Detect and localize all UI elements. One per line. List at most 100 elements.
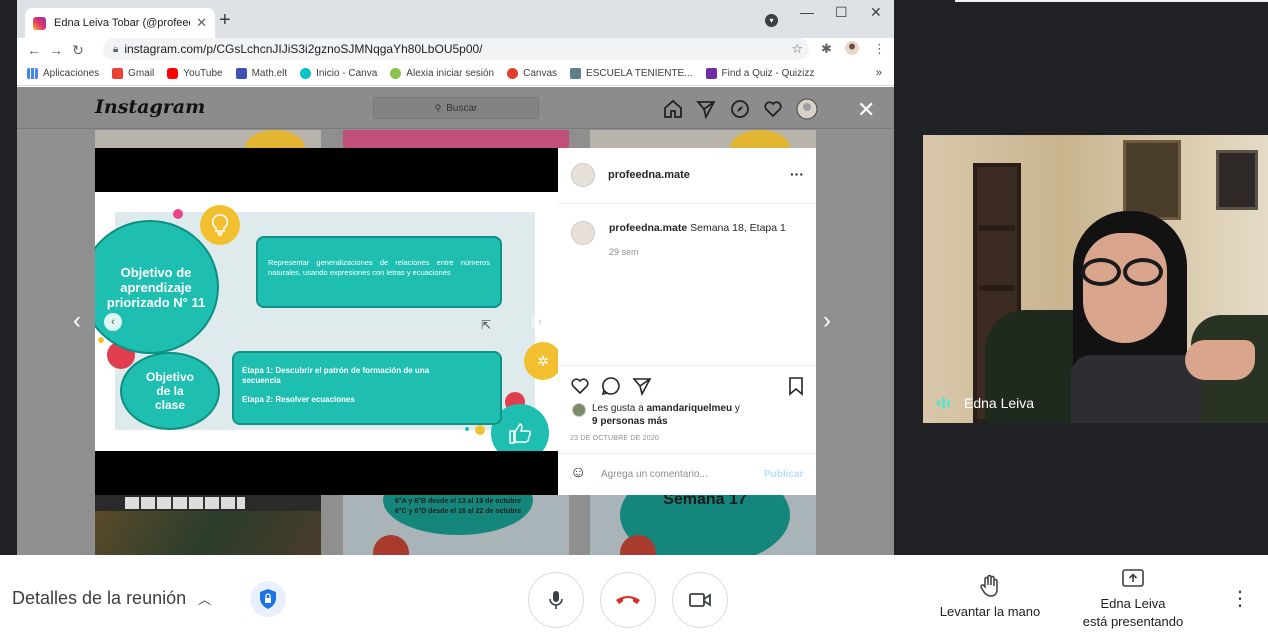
leave-call-button[interactable]: [600, 572, 656, 628]
thumbnail-week-text: Semana 17: [663, 495, 747, 508]
participant-name: Edna Leiva: [964, 395, 1035, 411]
camera-button[interactable]: [672, 572, 728, 628]
search-input[interactable]: ⚲ Buscar: [373, 97, 539, 119]
grid-thumbnail[interactable]: Semana 17: [590, 495, 816, 555]
host-controls-shield-icon[interactable]: [250, 581, 286, 617]
activity-heart-icon[interactable]: [762, 98, 784, 120]
reload-icon[interactable]: ↻: [67, 42, 89, 59]
profile-avatar-icon[interactable]: [796, 98, 818, 120]
browser-toolbar: ← → ↻ 🔒︎ instagram.com/p/CGsLchcnJIJiS3i…: [17, 38, 894, 62]
caption-username[interactable]: profeedna.mate: [609, 222, 687, 234]
maximize-icon[interactable]: ☐: [835, 4, 848, 21]
slide-previous-icon[interactable]: ‹: [104, 313, 122, 331]
caption-avatar[interactable]: [571, 221, 595, 245]
canvas-icon: [507, 68, 519, 79]
emoji-icon[interactable]: ☺: [570, 464, 586, 482]
bookmark-gmail[interactable]: Gmail: [112, 68, 154, 79]
new-tab-icon[interactable]: +: [219, 10, 231, 30]
close-tab-icon[interactable]: ✕: [196, 15, 207, 31]
previous-post-arrow-icon[interactable]: ‹: [73, 309, 81, 333]
direct-message-icon[interactable]: [695, 98, 717, 120]
meeting-details-label: Detalles de la reunión: [12, 588, 187, 608]
slide-next-icon[interactable]: ›: [531, 313, 549, 331]
grid-thumbnail[interactable]: 6°A y 6°B desde el 13 al 19 de octubre 6…: [343, 495, 569, 555]
post-media: ✲ Objetivo de aprendizaje priorizado N° …: [95, 148, 558, 495]
bookmark-mathelt[interactable]: Math.elt: [235, 68, 287, 79]
minimize-icon[interactable]: —: [800, 4, 814, 20]
bookmark-quizizz[interactable]: Find a Quiz - Quizizz: [705, 68, 814, 79]
objective-circle-text: Objetivo de aprendizaje priorizado N° 11: [106, 264, 206, 310]
instagram-header: Instagram ⚲ Buscar ✕: [17, 87, 894, 129]
publish-button[interactable]: Publicar: [764, 469, 803, 480]
shared-browser-window: Edna Leiva Tobar (@profeedna.m ✕ + ▾ — ☐…: [17, 0, 894, 555]
likes-connector: y: [734, 403, 740, 414]
canva-icon: [300, 68, 312, 79]
explore-icon[interactable]: [729, 98, 751, 120]
post-age[interactable]: 29 sem: [609, 247, 639, 257]
present-screen-icon[interactable]: [1122, 569, 1144, 587]
author-avatar[interactable]: [571, 163, 595, 187]
instagram-favicon-icon: [33, 16, 46, 30]
camera-icon: [689, 593, 711, 607]
address-bar[interactable]: 🔒︎ instagram.com/p/CGsLchcnJIJiS3i2gznoS…: [103, 38, 809, 60]
meeting-details-button[interactable]: Detalles de la reunión ︿: [12, 588, 211, 609]
quizizz-icon: [705, 68, 717, 79]
comment-icon[interactable]: [601, 376, 621, 396]
instagram-logo[interactable]: Instagram: [95, 96, 205, 118]
close-window-icon[interactable]: ✕: [870, 4, 882, 21]
grid-thumbnail[interactable]: [590, 130, 816, 148]
more-options-vertical-icon[interactable]: ⋮: [1230, 589, 1250, 609]
bookmark-label: Aplicaciones: [43, 68, 100, 79]
profile-avatar-icon[interactable]: [845, 41, 859, 58]
lightbulb-icon: [200, 205, 240, 245]
objective-box-text: Representar generalizaciones de relacion…: [268, 258, 490, 277]
caption-text: Semana 18, Etapa 1: [690, 222, 786, 234]
search-placeholder: Buscar: [446, 102, 478, 114]
microphone-icon: [549, 591, 563, 609]
bookmark-star-icon[interactable]: ☆: [791, 41, 803, 57]
raise-hand-label[interactable]: Levantar la mano: [926, 604, 1054, 619]
back-icon[interactable]: ←: [23, 42, 45, 58]
hang-up-icon: [616, 596, 640, 604]
bookmark-canva[interactable]: Inicio - Canva: [300, 68, 377, 79]
share-icon[interactable]: [632, 376, 652, 396]
profile-dropdown-icon[interactable]: ▾: [765, 14, 778, 27]
participant-video-tile[interactable]: Edna Leiva: [923, 135, 1268, 423]
meeting-control-bar: Detalles de la reunión ︿ Levantar la man…: [0, 555, 1268, 643]
liker-avatar[interactable]: [572, 403, 586, 417]
like-heart-icon[interactable]: [570, 376, 590, 396]
bookmarks-overflow-icon[interactable]: »: [876, 67, 882, 79]
comment-input[interactable]: Agrega un comentario...: [601, 469, 708, 480]
close-post-icon[interactable]: ✕: [857, 99, 875, 121]
bookmark-youtube[interactable]: YouTube: [167, 68, 223, 79]
raise-hand-icon[interactable]: [977, 573, 1003, 599]
bookmark-canvas[interactable]: Canvas: [507, 68, 557, 79]
bookmark-alexia[interactable]: Alexia iniciar sesión: [390, 68, 494, 79]
bookmark-escuela[interactable]: ESCUELA TENIENTE...: [570, 68, 693, 79]
next-post-arrow-icon[interactable]: ›: [823, 309, 831, 333]
author-username[interactable]: profeedna.mate: [608, 169, 690, 181]
bookmark-apps[interactable]: Aplicaciones: [27, 68, 99, 79]
presenter-name: Edna Leiva: [1100, 596, 1166, 611]
grid-thumbnail[interactable]: [95, 130, 321, 148]
presenting-label: está presentando: [1082, 614, 1184, 629]
save-bookmark-icon[interactable]: [786, 376, 806, 396]
microphone-button[interactable]: [528, 572, 584, 628]
more-options-icon[interactable]: ···: [790, 166, 804, 182]
thumbnail-text-1: 6°A y 6°B desde el 13 al 19 de octubre: [395, 498, 521, 505]
extensions-icon[interactable]: ✱: [821, 41, 832, 57]
presenter-status[interactable]: Edna Leiva está presentando: [1068, 595, 1198, 631]
lock-icon: 🔒︎: [113, 43, 119, 55]
stage-2-text: Etapa 2: Resolver ecuaciones: [242, 395, 355, 404]
likes-user[interactable]: amandariquelmeu: [647, 403, 733, 414]
grid-thumbnail[interactable]: [343, 130, 569, 148]
browser-tab[interactable]: Edna Leiva Tobar (@profeedna.m ✕: [25, 8, 215, 38]
likes-others[interactable]: 9 personas más: [592, 416, 668, 427]
bookmark-label: Canvas: [523, 68, 558, 79]
alexia-icon: [390, 68, 402, 79]
bookmark-label: YouTube: [183, 68, 223, 79]
browser-menu-icon[interactable]: ⋮: [873, 41, 886, 57]
grid-thumbnail[interactable]: [95, 495, 321, 555]
forward-icon[interactable]: →: [45, 42, 67, 58]
home-icon[interactable]: [662, 98, 684, 120]
